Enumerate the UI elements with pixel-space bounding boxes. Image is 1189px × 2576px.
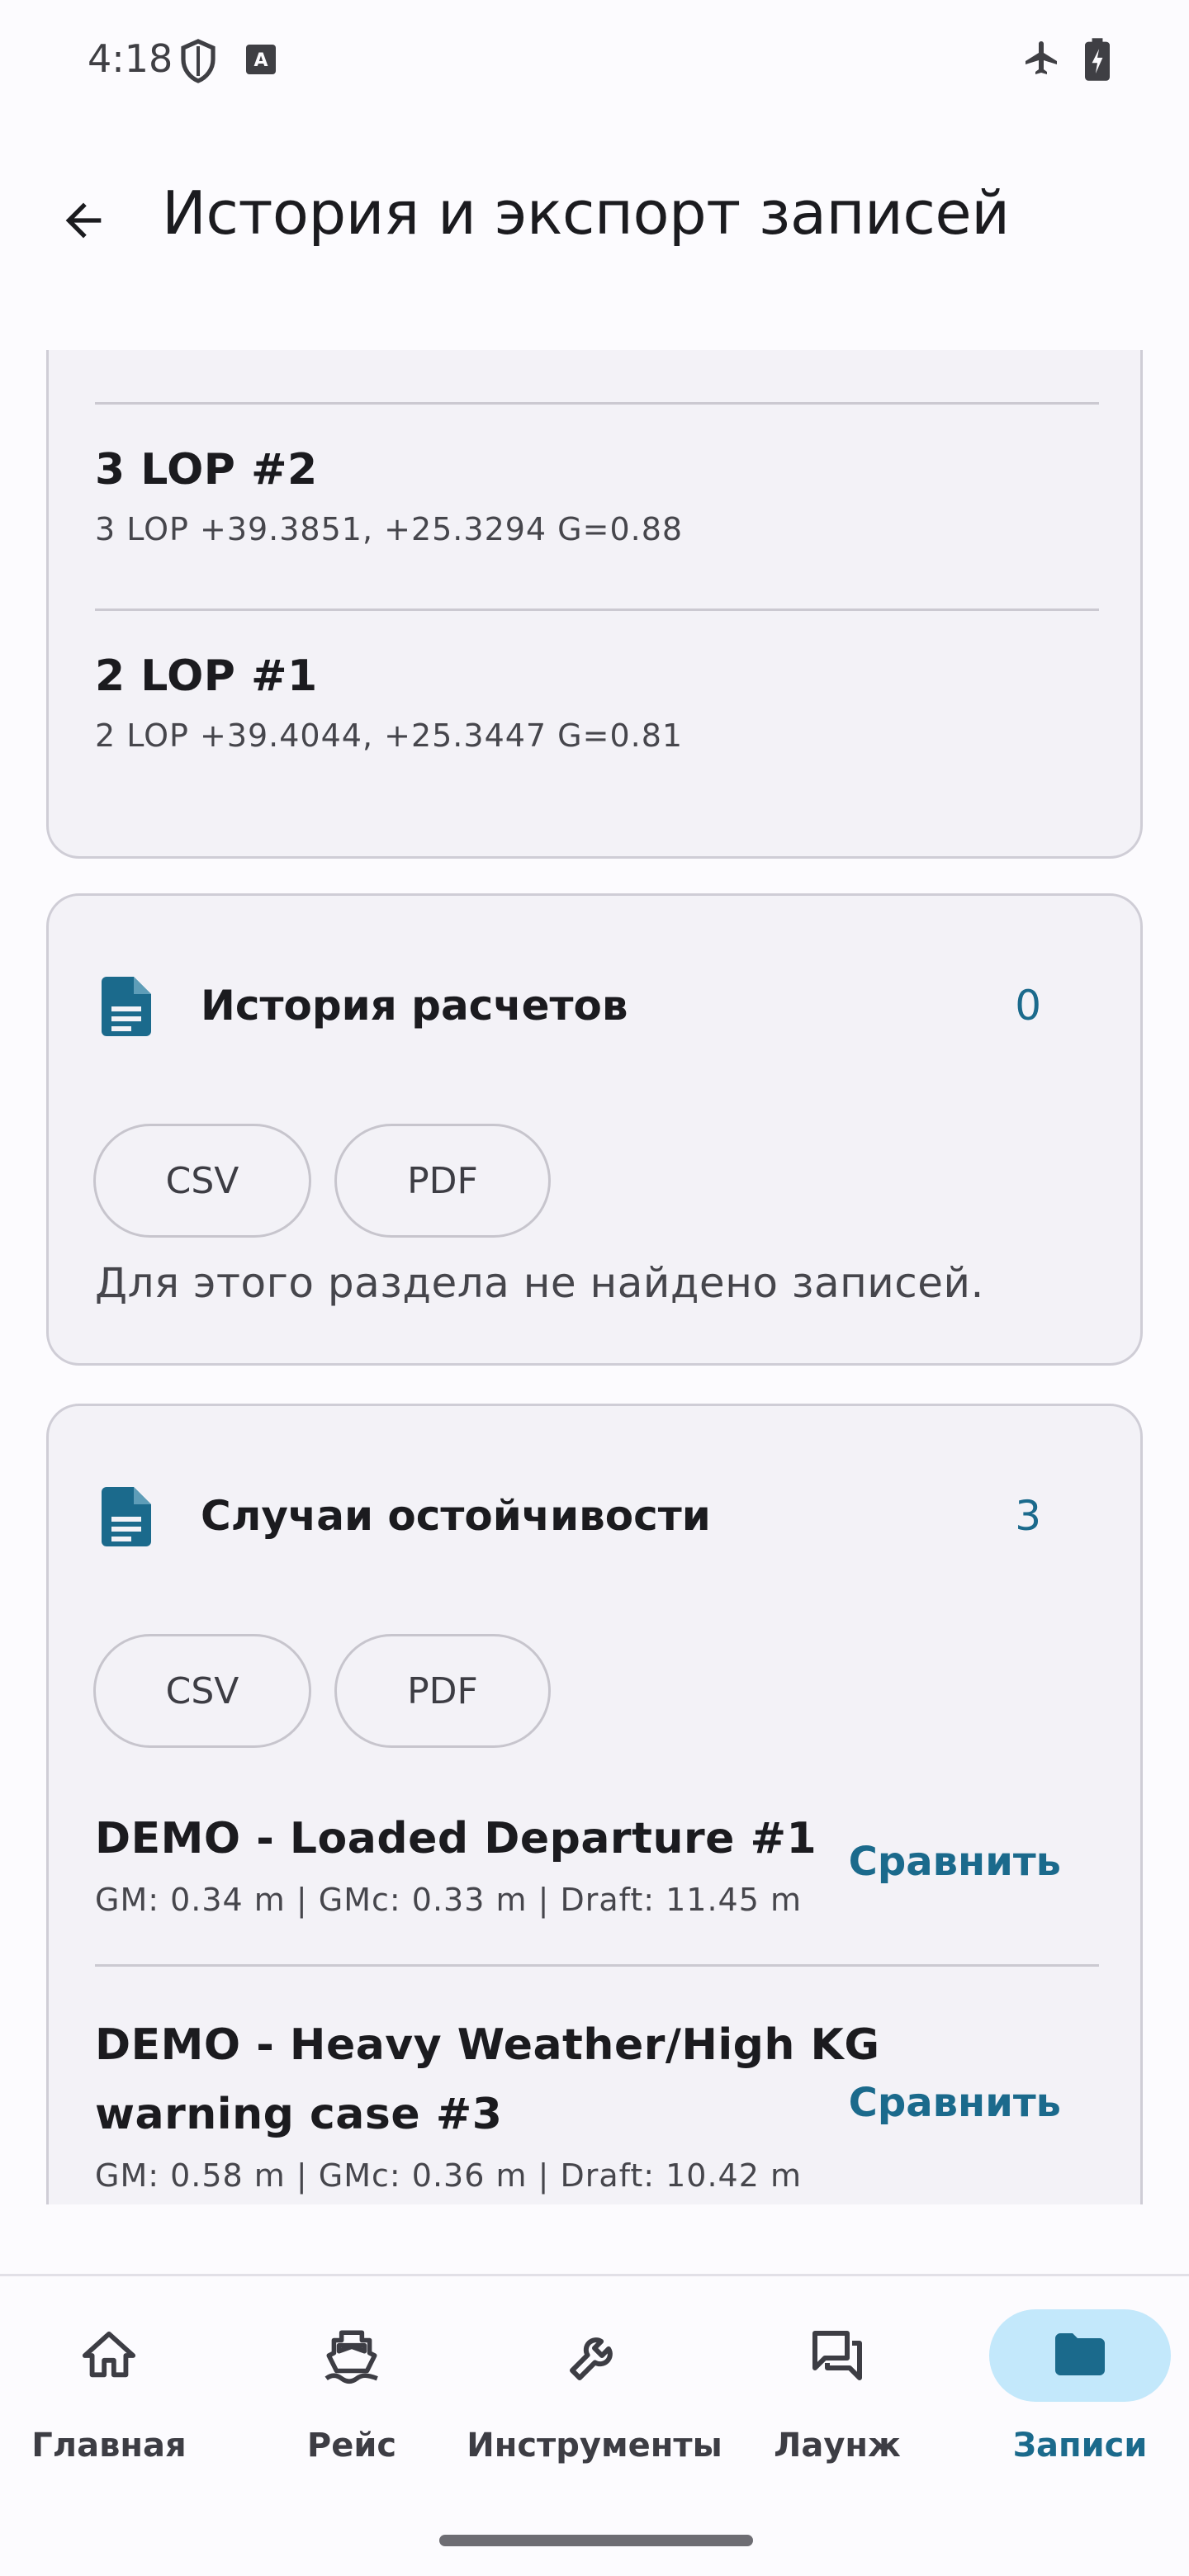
calc-history-card: История расчетов 0 CSV PDF Для этого раз… [46,893,1143,1366]
lop-item-title: 3 LOP #2 [95,445,318,495]
compare-button[interactable]: Сравнить [849,1839,1061,1885]
page-title: История и экспорт записей [162,178,1010,248]
ship-icon [324,2330,378,2384]
stability-case-subtitle: GM: 0.58 m | GMc: 0.36 m | Draft: 10.42 … [95,2157,802,2194]
app-bar: История и экспорт записей [0,116,1189,350]
keyboard-a-icon: A [244,43,277,80]
stability-cases-card: Случаи остойчивости 3 CSV PDF DEMO - Loa… [46,1404,1143,2204]
battery-charging-icon [1085,38,1110,85]
nav-label: Лаунж [774,2427,901,2465]
empty-state-text: Для этого раздела не найдено записей. [95,1259,984,1307]
nav-item-voyage[interactable]: Рейс [253,2309,451,2499]
nav-item-lounge[interactable]: Лаунж [738,2309,936,2499]
stability-case-subtitle: GM: 0.34 m | GMc: 0.33 m | Draft: 11.45 … [95,1882,802,1918]
folder-icon [1055,2333,1105,2375]
divider [95,608,1099,611]
nav-label: Инструменты [467,2427,722,2465]
status-time: 4:18 [88,36,173,81]
document-icon [102,977,151,1036]
wrench-icon [570,2337,613,2380]
nav-label: Записи [1012,2427,1148,2465]
back-button[interactable] [46,183,121,258]
record-count-badge: 0 [1015,982,1041,1030]
lop-item-title: 2 LOP #1 [95,651,318,701]
divider [95,402,1099,405]
export-csv-button[interactable]: CSV [93,1124,311,1238]
lop-item-subtitle: 2 LOP +39.4044, +25.3447 G=0.81 [95,717,684,754]
bottom-navigation: Главная Рейс Инструменты Лаунж Записи [0,2274,1189,2576]
stability-case-title: DEMO - Heavy Weather/High KG [95,2020,880,2070]
nav-item-home[interactable]: Главная [10,2309,208,2499]
section-title: История расчетов [201,982,628,1030]
chat-icon [812,2331,862,2380]
svg-text:A: A [253,50,268,71]
status-bar: 4:18 A [0,0,1189,116]
export-csv-button[interactable]: CSV [93,1634,311,1748]
shield-icon [178,38,218,88]
airplane-icon [1022,38,1062,82]
records-scroll-area[interactable]: 3 LOP #2 3 LOP +39.3851, +25.3294 G=0.88… [0,350,1189,2204]
record-count-badge: 3 [1015,1492,1041,1540]
home-icon [82,2331,136,2378]
screen: 4:18 A История и экспорт записей 3 LOP #… [0,0,1189,2576]
arrow-back-icon [65,202,102,239]
divider [95,1964,1099,1967]
stability-case-title-line2: warning case #3 [95,2090,503,2139]
document-icon [102,1487,151,1546]
export-pdf-button[interactable]: PDF [334,1124,551,1238]
nav-item-tools[interactable]: Инструменты [467,2309,722,2499]
section-title: Случаи остойчивости [201,1492,711,1540]
home-indicator[interactable] [439,2535,753,2546]
lop-item-subtitle: 3 LOP +39.3851, +25.3294 G=0.88 [95,511,684,547]
nav-item-records[interactable]: Записи [981,2309,1179,2499]
lop-records-card: 3 LOP #2 3 LOP +39.3851, +25.3294 G=0.88… [46,350,1143,859]
nav-label: Рейс [306,2427,397,2465]
compare-button[interactable]: Сравнить [849,2080,1061,2126]
stability-case-title: DEMO - Loaded Departure #1 [95,1814,817,1863]
nav-label: Главная [31,2427,187,2465]
export-pdf-button[interactable]: PDF [334,1634,551,1748]
